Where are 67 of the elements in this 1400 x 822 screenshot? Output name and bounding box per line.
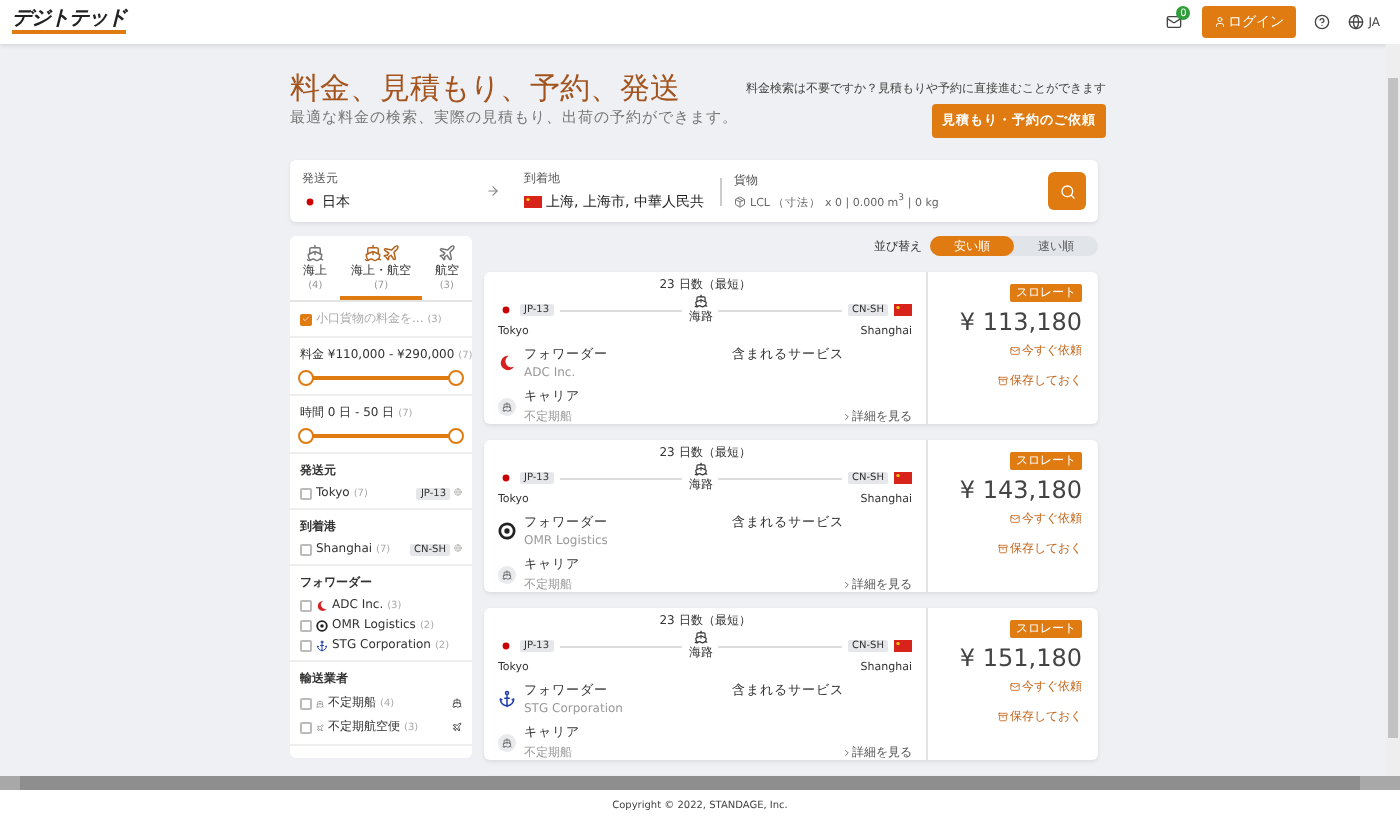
ship-icon [452,698,462,708]
help-icon[interactable] [1314,14,1331,30]
scrollbar[interactable] [0,776,1400,790]
checkbox[interactable] [300,487,312,499]
crescent-logo-icon [498,354,516,372]
price: ¥ 113,180 [959,308,1082,336]
japan-flag-icon [498,472,514,484]
archive-icon [998,712,1008,722]
ship-icon [306,244,325,262]
slider-handle[interactable] [448,428,464,444]
ship-badge [498,566,516,584]
globe-icon[interactable] [1348,14,1365,30]
checkbox[interactable] [300,313,312,325]
ship-icon [693,630,708,644]
chevron-right-icon [842,412,852,422]
slider-handle[interactable] [298,428,314,444]
ship-icon [693,462,708,476]
china-flag-icon [894,472,912,484]
ship-icon [316,699,324,707]
check-icon [302,314,310,324]
plane-icon [437,244,456,262]
checkbox[interactable] [300,619,312,631]
ship-icon [693,294,708,308]
search-icon [1059,183,1075,199]
china-flag-icon [894,304,912,316]
wheel-logo-icon [498,522,516,540]
mail-icon [1010,514,1020,524]
globe-icon [454,544,462,552]
price: ¥ 143,180 [959,476,1082,504]
chevron-right-icon [842,748,852,758]
archive-icon [998,544,1008,554]
price: ¥ 151,180 [959,644,1082,672]
anchor-logo-icon [316,639,328,651]
globe-icon [454,488,462,496]
ship-badge [498,398,516,416]
checkbox[interactable] [300,639,312,651]
checkbox[interactable] [300,599,312,611]
slider-handle[interactable] [298,370,314,386]
mail-icon [1010,346,1020,356]
china-flag-icon [524,196,542,208]
chevron-right-icon [842,580,852,590]
plane-icon [381,244,399,262]
checkbox[interactable] [300,697,312,709]
user-icon [1214,16,1227,28]
plane-icon [452,722,462,732]
search-button[interactable] [1048,172,1086,210]
crescent-logo-icon [316,599,328,611]
ship-icon [363,244,381,262]
scrollbar[interactable] [1386,44,1400,776]
ship-badge [498,734,516,752]
japan-flag-icon [498,304,514,316]
wheel-logo-icon [316,619,328,631]
japan-flag-icon [498,640,514,652]
china-flag-icon [894,640,912,652]
archive-icon [998,376,1008,386]
package-icon [734,195,746,208]
page-title: 料金、見積もり、予約、発送 [290,72,682,106]
anchor-logo-icon [498,690,516,708]
mail-icon [1010,682,1020,692]
arrow-right-icon [486,184,500,198]
slider-handle[interactable] [448,370,464,386]
plane-icon [316,723,324,731]
checkbox[interactable] [300,543,312,555]
logo[interactable]: デジトテッド [12,10,126,34]
japan-flag-icon [302,196,318,208]
mail-icon[interactable] [1166,14,1183,30]
checkbox[interactable] [300,721,312,733]
